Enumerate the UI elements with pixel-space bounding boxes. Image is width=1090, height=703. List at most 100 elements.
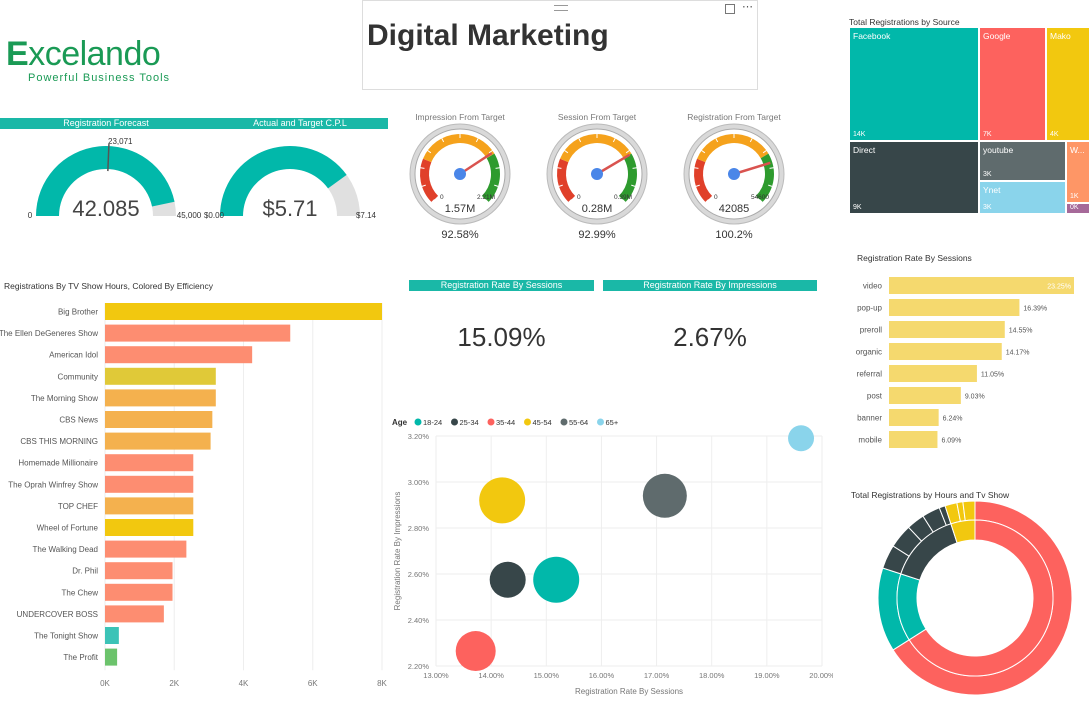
- bar: [105, 411, 213, 428]
- treemap-label: Ynet: [983, 185, 1001, 195]
- x-tick-label: 2K: [169, 679, 179, 688]
- treemap-value: 3K: [983, 204, 992, 211]
- dial-min: 0: [714, 194, 718, 201]
- category-label: Wheel of Fortune: [37, 524, 99, 533]
- category-label: referral: [857, 370, 883, 379]
- category-label: organic: [856, 348, 882, 357]
- logo-initial: E: [6, 35, 29, 73]
- x-tick-label: 0K: [100, 679, 110, 688]
- dial-min: 0: [577, 194, 581, 201]
- bar: [889, 321, 1005, 338]
- bar: [105, 583, 173, 601]
- data-label: 16.39%: [1023, 306, 1047, 313]
- x-tick-label: 13.00%: [423, 671, 449, 680]
- category-label: The Profit: [63, 653, 98, 662]
- rate-sessions-title: Registration Rate By Sessions: [857, 253, 972, 263]
- category-label: post: [867, 392, 883, 401]
- data-label: 14.55%: [1009, 328, 1033, 335]
- rate-sessions-bar-chart: video 23.25% pop-up 16.39% preroll 14.55% orga…: [856, 277, 1074, 448]
- bar: [889, 343, 1002, 360]
- dial-min: 0: [440, 194, 444, 201]
- tvshows-title: Registrations By TV Show Hours, Colored …: [4, 281, 213, 291]
- treemap-value: 4K: [1050, 131, 1059, 138]
- focus-mode-icon[interactable]: [725, 4, 735, 14]
- category-label: TOP CHEF: [58, 502, 98, 511]
- forecast-header: Registration Forecast: [0, 118, 212, 129]
- scatter-point: [455, 631, 496, 672]
- dial-hub: [728, 168, 740, 180]
- age-scatter-chart: Age 18-24 25-34 35-44 45-54 55-64 65+ 13.00% 14.…: [392, 418, 833, 696]
- legend-marker: [597, 418, 604, 426]
- treemap-cell[interactable]: W... 1K: [1066, 141, 1090, 203]
- category-label: mobile: [858, 436, 882, 445]
- category-label: CBS THIS MORNING: [20, 437, 98, 446]
- category-label: pop-up: [857, 304, 882, 313]
- category-label: Dr. Phil: [72, 567, 98, 576]
- bar: [105, 627, 119, 644]
- treemap-cell[interactable]: 0K: [1066, 203, 1090, 214]
- dial-percent: 100.2%: [715, 229, 753, 241]
- dial-percent: 92.99%: [578, 229, 616, 241]
- kpi-sessions-header: Registration Rate By Sessions: [409, 280, 594, 291]
- legend-marker: [524, 418, 531, 426]
- treemap-title: Total Registrations by Source: [849, 17, 960, 27]
- bar: [105, 497, 194, 515]
- x-tick-label: 15.00%: [534, 671, 560, 680]
- treemap-cell[interactable]: Ynet 3K: [979, 181, 1066, 214]
- data-label: 6.24%: [943, 416, 963, 423]
- category-label: UNDERCOVER BOSS: [17, 610, 98, 619]
- category-label: Homemade Millionaire: [18, 459, 98, 468]
- x-tick-label: 6K: [308, 679, 318, 688]
- treemap-cell[interactable]: youtube 3K: [979, 141, 1066, 181]
- category-label: banner: [857, 414, 882, 423]
- scatter-point: [533, 556, 580, 603]
- dial-0: Impression From Target 0 2.21M 1.57M 92.58%: [395, 108, 525, 248]
- data-label: 11.05%: [981, 372, 1004, 379]
- bar: [105, 540, 187, 558]
- kpi-impressions-header: Registration Rate By Impressions: [603, 280, 817, 291]
- treemap-cell[interactable]: Mako 4K: [1046, 27, 1090, 141]
- more-options-icon[interactable]: ⋯: [742, 0, 753, 13]
- bar: [105, 454, 194, 472]
- gauge-min: $0.00: [204, 211, 225, 220]
- category-label: The Ellen DeGeneres Show: [0, 329, 98, 338]
- cpl-header: Actual and Target C.P.L: [212, 118, 388, 129]
- treemap-cell[interactable]: Google 7K: [979, 27, 1046, 141]
- kpi-sessions-value: 15.09%: [457, 322, 546, 352]
- hours-tvshow-donut: [877, 500, 1073, 696]
- data-label: 23.25%: [1047, 284, 1071, 291]
- x-tick-label: 16.00%: [589, 671, 615, 680]
- category-label: The Morning Show: [31, 394, 98, 403]
- treemap-label: Facebook: [853, 31, 891, 41]
- x-tick-label: 17.00%: [644, 671, 670, 680]
- treemap-label: youtube: [983, 145, 1014, 155]
- drag-handle-icon[interactable]: [554, 5, 568, 11]
- source-treemap: Facebook 14K Google 7K Mako 4K Direct 9K youtube…: [849, 27, 1090, 214]
- category-label: The Oprah Winfrey Show: [8, 480, 98, 489]
- legend-label: 25-34: [460, 418, 479, 427]
- dial-value: 42085: [719, 203, 750, 215]
- bar: [105, 389, 216, 407]
- treemap-cell[interactable]: Facebook 14K: [849, 27, 979, 141]
- x-tick-label: 14.00%: [478, 671, 504, 680]
- bar: [105, 367, 216, 385]
- y-tick-label: 2.40%: [408, 616, 430, 625]
- forecast-gauge-svg: 23,071 42.085 0 45,000: [28, 137, 202, 221]
- category-label: video: [863, 282, 883, 291]
- bar: [105, 475, 194, 493]
- bar: [889, 365, 977, 382]
- treemap-cell[interactable]: Direct 9K: [849, 141, 979, 214]
- dial-max: 0.39M: [614, 194, 632, 201]
- treemap-value: 14K: [853, 131, 866, 138]
- y-tick-label: 3.00%: [408, 478, 430, 487]
- bar: [105, 519, 194, 536]
- bar: [105, 605, 164, 623]
- scatter-point: [479, 477, 526, 524]
- data-label: 14.17%: [1006, 350, 1030, 357]
- dial-percent: 92.58%: [441, 229, 479, 241]
- dial-value: 0.28M: [582, 203, 613, 215]
- scatter-point: [489, 561, 526, 598]
- bar: [889, 431, 938, 448]
- data-label: 6.09%: [941, 438, 961, 445]
- title-card[interactable]: ⋯ Digital Marketing: [362, 0, 758, 90]
